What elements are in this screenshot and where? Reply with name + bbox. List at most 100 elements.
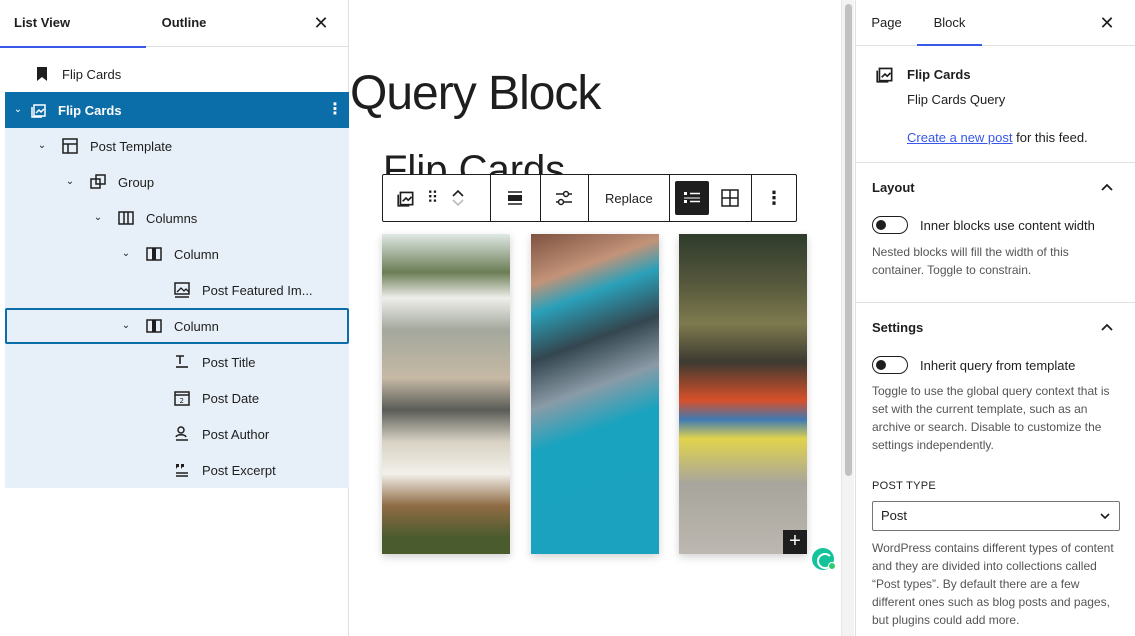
divider [856, 162, 1135, 163]
grammarly-status-icon [828, 562, 836, 570]
chevron-up-icon[interactable] [1100, 180, 1114, 194]
settings-panel-title[interactable]: Settings [872, 320, 923, 335]
post-type-help-text: WordPress contains different types of co… [872, 541, 1114, 627]
list-item-column-2[interactable]: ⌄ Column [5, 308, 349, 344]
move-down-icon[interactable] [451, 198, 465, 208]
grid-view-icon[interactable] [713, 181, 747, 215]
query-loop-icon[interactable] [393, 181, 419, 215]
tab-page[interactable]: Page [856, 0, 917, 46]
flip-card-image[interactable] [531, 234, 659, 554]
list-item-label: Post Author [202, 426, 270, 442]
list-item-post-excerpt[interactable]: Post Excerpt [5, 452, 349, 488]
toolbar-view-group [670, 175, 753, 221]
column-icon [146, 247, 162, 261]
layout-icon [62, 138, 78, 154]
toolbar-align-group [491, 175, 541, 221]
list-view-icon[interactable] [674, 181, 709, 215]
chevron-down-icon[interactable]: ⌄ [11, 103, 25, 117]
chevron-down-icon[interactable]: ⌄ [35, 139, 49, 153]
create-new-post-link[interactable]: Create a new post [907, 130, 1013, 145]
group-icon [90, 174, 106, 189]
list-item-label: Flip Cards [58, 102, 122, 118]
add-block-icon[interactable]: + [783, 530, 807, 554]
chevron-down-icon[interactable]: ⌄ [63, 175, 77, 189]
columns-icon [118, 211, 134, 225]
move-arrows [445, 188, 471, 208]
query-loop-icon [876, 67, 893, 83]
options-icon[interactable]: ⋮ [327, 92, 343, 128]
calendar-icon: 2 [174, 391, 190, 406]
chevron-down-icon[interactable]: ⌄ [91, 211, 105, 225]
chevron-down-icon [1100, 513, 1110, 520]
tab-list-view[interactable]: List View [0, 0, 146, 48]
canvas-scrollbar[interactable] [841, 0, 854, 636]
sliders-icon[interactable] [547, 181, 581, 215]
flip-card-image[interactable] [382, 234, 510, 554]
list-item-columns[interactable]: ⌄ Columns [5, 200, 349, 236]
list-item-post-title[interactable]: Post Title [5, 344, 349, 380]
close-icon[interactable]: ✕ [1096, 12, 1118, 34]
flip-card-image[interactable] [679, 234, 807, 554]
list-item-post-template[interactable]: ⌄ Post Template [5, 128, 349, 164]
excerpt-icon [176, 464, 188, 477]
toolbar-replace-group: Replace [589, 175, 671, 221]
inherit-query-label: Inherit query from template [920, 358, 1076, 373]
list-item-label: Post Featured Im... [202, 282, 313, 298]
scrollbar-thumb[interactable] [845, 4, 852, 476]
list-item-flip-cards-query[interactable]: ⌄ Flip Cards ⋮ [5, 92, 349, 128]
list-view-panel: List View Outline ✕ Flip Cards ⌄ Flip Ca… [0, 0, 349, 636]
align-full-icon[interactable] [498, 181, 532, 215]
author-icon [175, 426, 188, 441]
layout-panel-title[interactable]: Layout [872, 180, 915, 195]
query-loop-icon [31, 104, 46, 118]
chevron-down-icon[interactable]: ⌄ [119, 247, 133, 261]
list-item-label: Post Date [202, 390, 260, 406]
list-view-tabs: List View Outline ✕ [0, 0, 349, 48]
list-item-label: Flip Cards [62, 66, 122, 82]
post-title-icon [176, 355, 188, 368]
more-options-icon[interactable]: ⋮ [757, 181, 791, 215]
list-item-label: Column [174, 318, 219, 334]
list-item-post-featured-image[interactable]: Post Featured Im... [5, 272, 349, 308]
toolbar-settings-group [541, 175, 589, 221]
inherit-query-help-text: Toggle to use the global query context t… [872, 384, 1110, 452]
bookmark-icon [37, 67, 47, 81]
toolbar-options-group: ⋮ [752, 175, 796, 221]
list-item-label: Columns [146, 210, 198, 226]
list-item-post-date[interactable]: 2 Post Date [5, 380, 349, 416]
tab-outline[interactable]: Outline [146, 0, 222, 47]
list-item-label: Post Excerpt [202, 462, 276, 478]
close-icon[interactable]: ✕ [310, 12, 332, 34]
list-item-label: Column [174, 246, 219, 262]
list-item-group[interactable]: ⌄ Group [5, 164, 349, 200]
settings-sidebar: Page Block ✕ Flip Cards Flip Cards Query… [855, 0, 1135, 636]
replace-button[interactable]: Replace [593, 191, 665, 206]
sidebar-tabs: Page Block ✕ [856, 0, 1135, 46]
tab-block[interactable]: Block [917, 0, 982, 46]
block-description: Flip Cards Query [907, 92, 1006, 107]
list-item-label: Group [118, 174, 155, 190]
divider [856, 302, 1135, 303]
block-title: Flip Cards [907, 67, 971, 82]
list-item-flip-cards-page[interactable]: Flip Cards [5, 56, 349, 92]
create-post-line: Create a new post for this feed. [907, 130, 1088, 145]
post-type-label: POST TYPE [872, 480, 937, 492]
drag-handle-icon[interactable]: ⠿ [419, 181, 445, 215]
move-up-icon[interactable] [451, 188, 465, 198]
list-item-column-1[interactable]: ⌄ Column [5, 236, 349, 272]
post-type-select[interactable]: Post [872, 501, 1120, 531]
svg-text:2: 2 [180, 397, 184, 405]
toolbar-block-switcher-group: ⠿ [383, 175, 491, 221]
page-title[interactable]: Query Block [350, 66, 601, 121]
content-width-label: Inner blocks use content width [920, 218, 1095, 233]
list-item-label: Post Title [202, 354, 256, 370]
editor-canvas: Query Block Flip Cards ⠿ Replace ⋮ + [350, 0, 840, 636]
list-item-post-author[interactable]: Post Author [5, 416, 349, 452]
inherit-query-toggle[interactable] [872, 356, 908, 374]
content-width-toggle[interactable] [872, 216, 908, 234]
create-post-suffix: for this feed. [1012, 130, 1088, 145]
featured-image-icon [174, 282, 190, 298]
chevron-up-icon[interactable] [1100, 320, 1114, 334]
block-toolbar: ⠿ Replace ⋮ [382, 174, 797, 222]
chevron-down-icon[interactable]: ⌄ [119, 319, 133, 333]
